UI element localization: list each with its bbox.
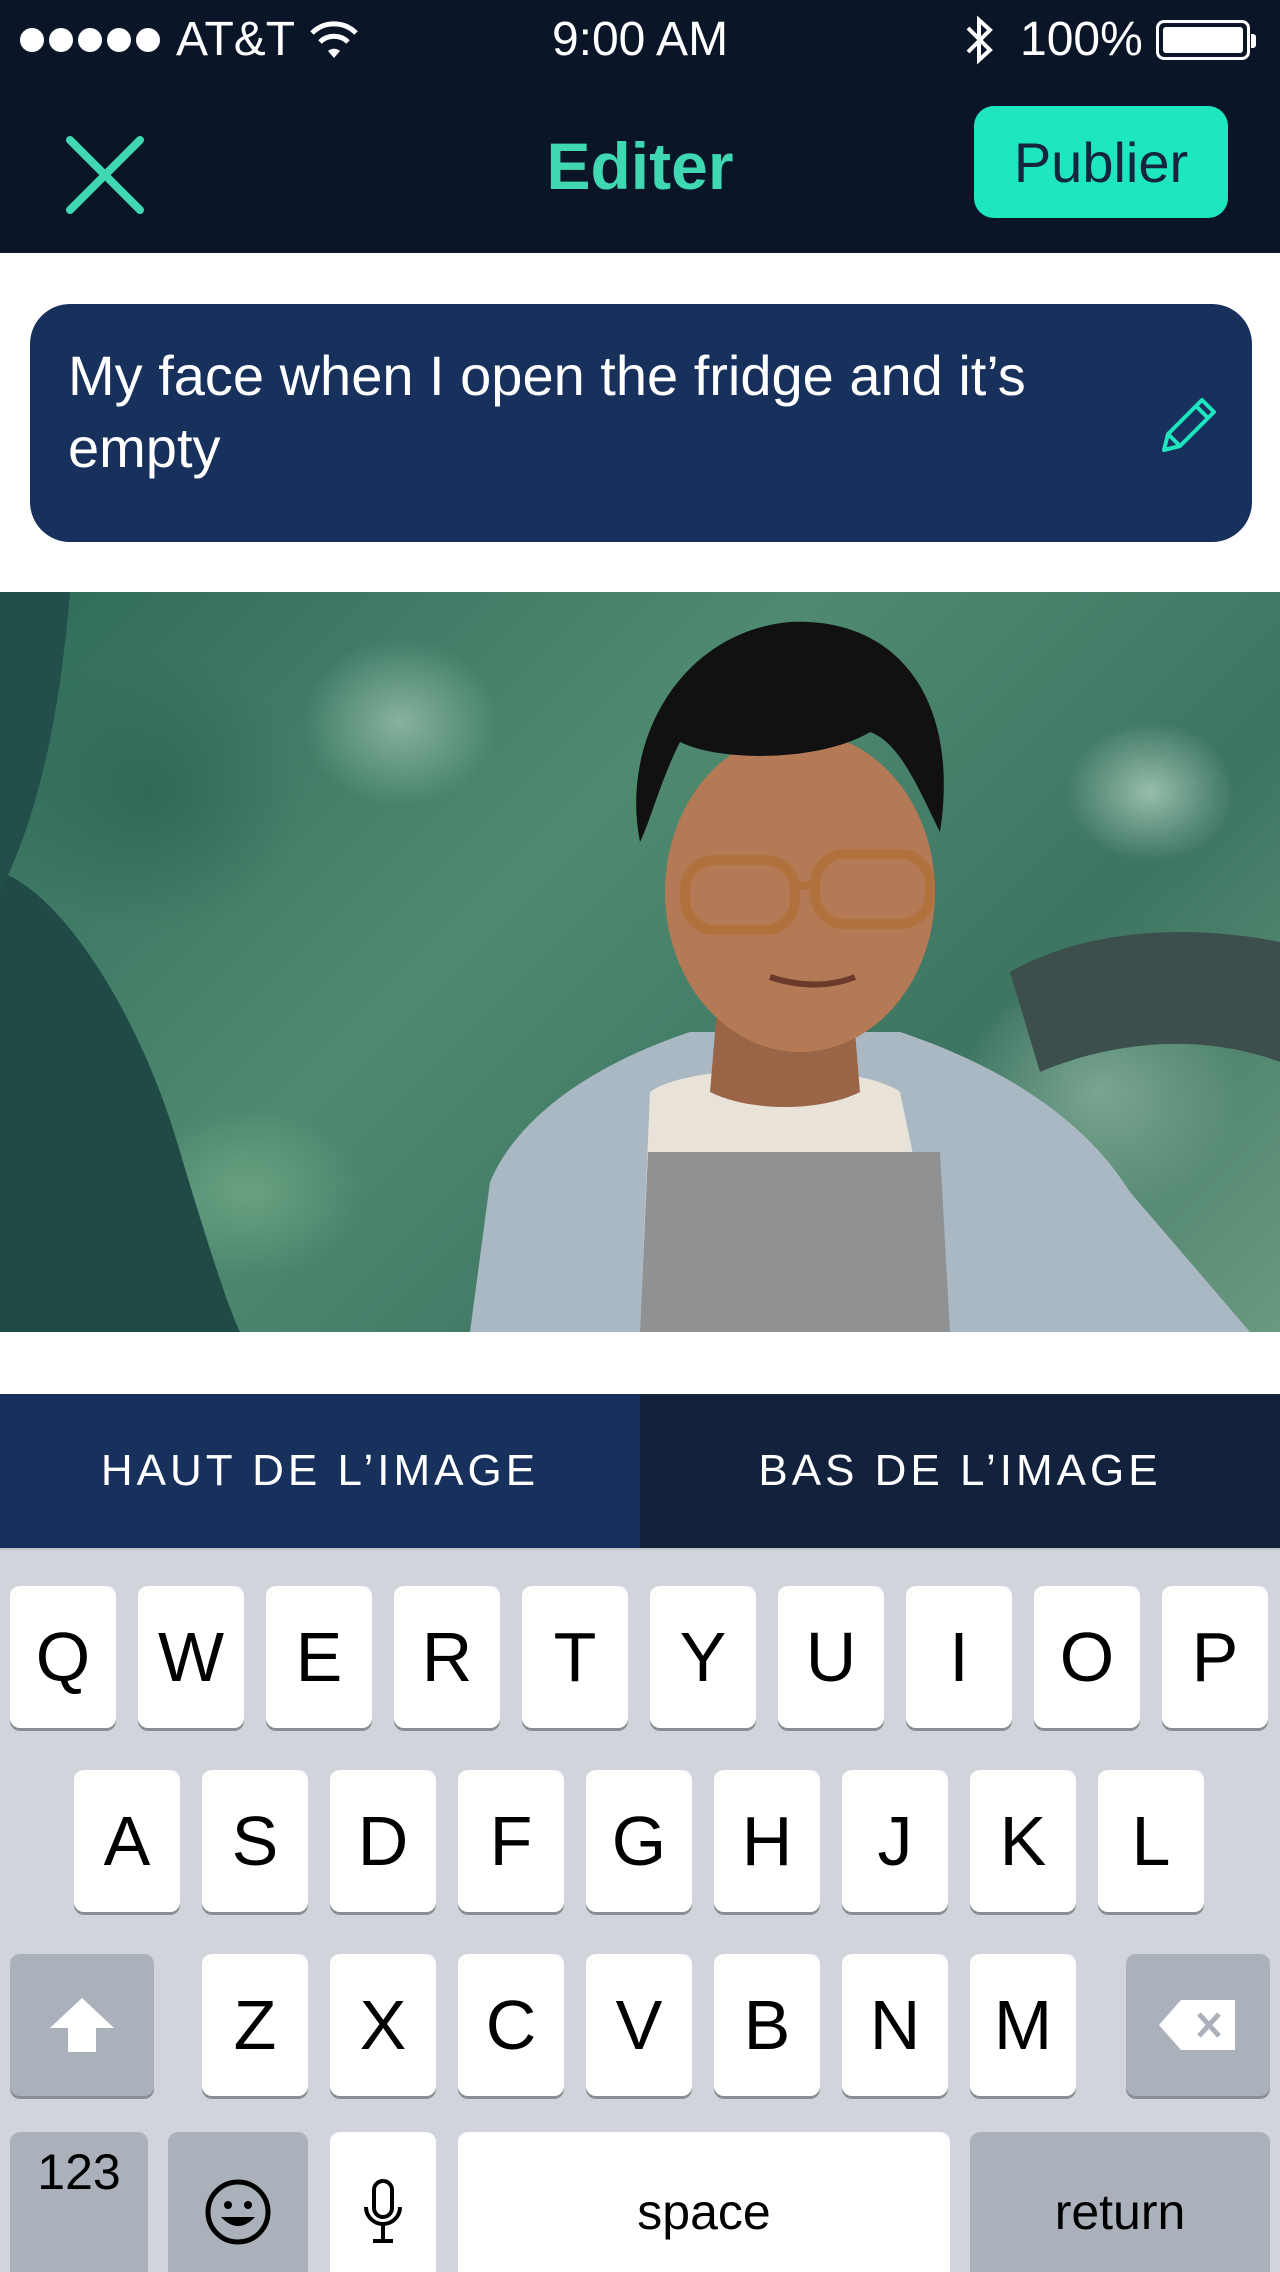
key-g[interactable]: G <box>586 1770 692 1912</box>
key-k[interactable]: K <box>970 1770 1076 1912</box>
tab-image-top[interactable]: HAUT DE L’IMAGE <box>0 1394 640 1548</box>
microphone-icon <box>364 2179 402 2243</box>
key-d[interactable]: D <box>330 1770 436 1912</box>
key-w[interactable]: W <box>138 1586 244 1728</box>
key-i[interactable]: I <box>906 1586 1012 1728</box>
key-l[interactable]: L <box>1098 1770 1204 1912</box>
key-x[interactable]: X <box>330 1954 436 2096</box>
key-p[interactable]: P <box>1162 1586 1268 1728</box>
shift-key[interactable] <box>10 1954 154 2096</box>
battery-percentage: 100% <box>1020 13 1143 66</box>
key-s[interactable]: S <box>202 1770 308 1912</box>
key-v[interactable]: V <box>586 1954 692 2096</box>
caption-card[interactable]: My face when I open the fridge and it’s … <box>30 304 1252 542</box>
key-e[interactable]: E <box>266 1586 372 1728</box>
top-bar: AT&T 9:00 AM 100% Editer Publier <box>0 0 1280 253</box>
key-z[interactable]: Z <box>202 1954 308 2096</box>
photo <box>0 592 1280 1332</box>
photo-illustration <box>0 592 1280 1332</box>
publish-button[interactable]: Publier <box>974 106 1228 218</box>
emoji-icon <box>205 2179 271 2245</box>
key-f[interactable]: F <box>458 1770 564 1912</box>
shift-icon <box>50 1998 114 2052</box>
caption-text: My face when I open the fridge and it’s … <box>68 344 1026 479</box>
status-bar: AT&T 9:00 AM 100% <box>0 0 1280 80</box>
emoji-key[interactable] <box>168 2132 308 2272</box>
key-t[interactable]: T <box>522 1586 628 1728</box>
pencil-icon[interactable] <box>1154 390 1224 460</box>
key-b[interactable]: B <box>714 1954 820 2096</box>
delete-key[interactable] <box>1126 1954 1270 2096</box>
return-key[interactable]: return <box>970 2132 1270 2272</box>
key-a[interactable]: A <box>74 1770 180 1912</box>
microphone-key[interactable] <box>330 2132 436 2272</box>
key-j[interactable]: J <box>842 1770 948 1912</box>
image-position-tabs: HAUT DE L’IMAGE BAS DE L’IMAGE <box>0 1394 1280 1548</box>
key-c[interactable]: C <box>458 1954 564 2096</box>
space-key[interactable]: space <box>458 2132 950 2272</box>
key-m[interactable]: M <box>970 1954 1076 2096</box>
key-n[interactable]: N <box>842 1954 948 2096</box>
key-u[interactable]: U <box>778 1586 884 1728</box>
key-q[interactable]: Q <box>10 1586 116 1728</box>
bluetooth-icon <box>966 15 993 65</box>
key-y[interactable]: Y <box>650 1586 756 1728</box>
tab-image-bottom[interactable]: BAS DE L’IMAGE <box>640 1394 1280 1548</box>
delete-icon <box>1159 2000 1235 2050</box>
key-o[interactable]: O <box>1034 1586 1140 1728</box>
numbers-key[interactable]: 123 <box>10 2132 148 2272</box>
battery-icon <box>1156 20 1256 60</box>
key-h[interactable]: H <box>714 1770 820 1912</box>
keyboard: Q W E R T Y U I O P A S D F G H J K L Z … <box>0 1548 1280 2272</box>
key-r[interactable]: R <box>394 1586 500 1728</box>
